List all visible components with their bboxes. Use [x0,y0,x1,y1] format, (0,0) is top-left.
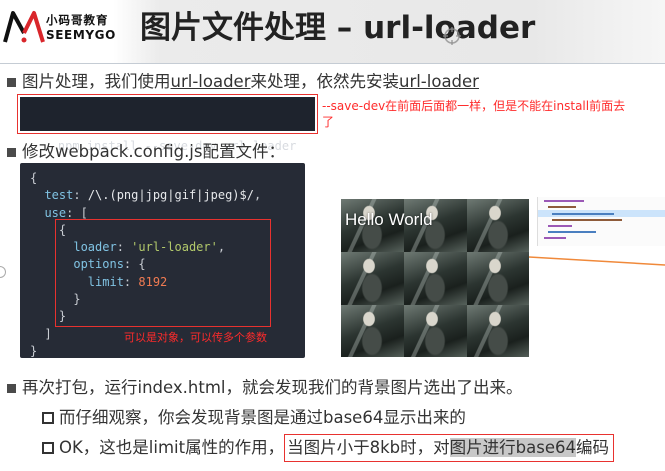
bullet-text: 再次打包，运行index.html，就会发现我们的背景图片选出了出来。 [22,378,523,397]
devtools-code-line [544,237,566,239]
hollow-square-icon [42,442,54,454]
gray-highlight-text: 图片进行base64 [449,438,576,457]
code-line: { [30,170,305,187]
url-loader-link[interactable]: url-loader [399,72,479,92]
bullet-rebuild: 再次打包，运行index.html，就会发现我们的背景图片选出了出来。 [7,378,522,398]
command-highlight-box: npm install --save-dev url-loader [17,94,318,153]
code-line: } [30,343,305,360]
limit-highlight-box: 当图片小于8kb时，对图片进行base64编码 [284,434,614,462]
hollow-square-icon [42,412,54,424]
filled-square-icon [7,77,16,87]
code-token-key: use [30,205,67,220]
code-token-punct: { [30,171,38,185]
note-line: --save-dev在前面后面都一样，但是不能在install前面去 [322,99,626,113]
code-token-key: test [30,188,74,203]
devtools-code-line [552,219,622,221]
boxed-text: 编码 [575,438,609,457]
code-token-punct: } [30,343,38,358]
brand-name-cn: 小码哥教育 [46,13,109,27]
filled-square-icon [7,147,16,157]
code-token-punct: ] [30,326,52,341]
preview-overlay-text: Hello World [345,210,433,229]
sub-bullet-text: OK，这也是limit属性的作用， [59,438,285,457]
brand-name-en: SEEMYGO [46,28,116,42]
code-token-regex: /\.(png|jpg|gif|jpeg)$/ [87,188,254,203]
devtools-code-line [548,225,572,227]
boxed-text: 当图片小于8kb时，对 [287,438,450,457]
bullet-text: 来处理，依然先安装 [250,72,399,91]
save-dev-note: --save-dev在前面后面都一样，但是不能在install前面去 了 [322,98,625,130]
code-line: test: /\.(png|jpg|gif|jpeg)$/, [30,187,305,204]
use-object-highlight-box [55,219,271,327]
bullet-webpack-config: 修改webpack.config.js配置文件： [7,142,285,162]
slide-nav-marker-icon[interactable] [0,266,6,278]
code-token-punct: : [ [66,205,88,220]
url-loader-link[interactable]: url-loader [171,72,251,92]
devtools-code-line [552,213,614,215]
sub-bullet-text: 而仔细观察，你会发现背景图是通过base64显示出来的 [59,408,466,427]
devtools-code-line [548,231,596,233]
orange-pointer-line [529,256,665,266]
crosshair-circle-icon [443,27,461,45]
bullet-text: 图片处理，我们使用 [22,72,171,91]
code-token-punct: , [253,188,262,203]
npm-command-block: npm install --save-dev url-loader [20,97,315,153]
sub-bullet-limit: OK，这也是limit属性的作用， 当图片小于8kb时，对图片进行base64编… [42,434,614,462]
use-object-callout: 可以是对象，可以传多个参数 [124,331,267,344]
devtools-snippet [537,197,665,246]
filled-square-icon [7,383,16,393]
sub-bullet-base64: 而仔细观察，你会发现背景图是通过base64显示出来的 [42,408,466,428]
seemygo-logo-icon [3,11,45,43]
bullet-text: 修改webpack.config.js配置文件： [22,142,285,161]
bullet-install: 图片处理，我们使用 url-loader 来处理，依然先安装 url-loade… [7,72,479,92]
code-token-punct: : [73,188,88,203]
slide-title: 图片文件处理 – url-loader [140,10,536,46]
note-line: 了 [322,115,335,129]
devtools-code-line [548,206,576,208]
background-image-preview: Hello World [341,199,529,357]
devtools-code-line [544,200,584,202]
